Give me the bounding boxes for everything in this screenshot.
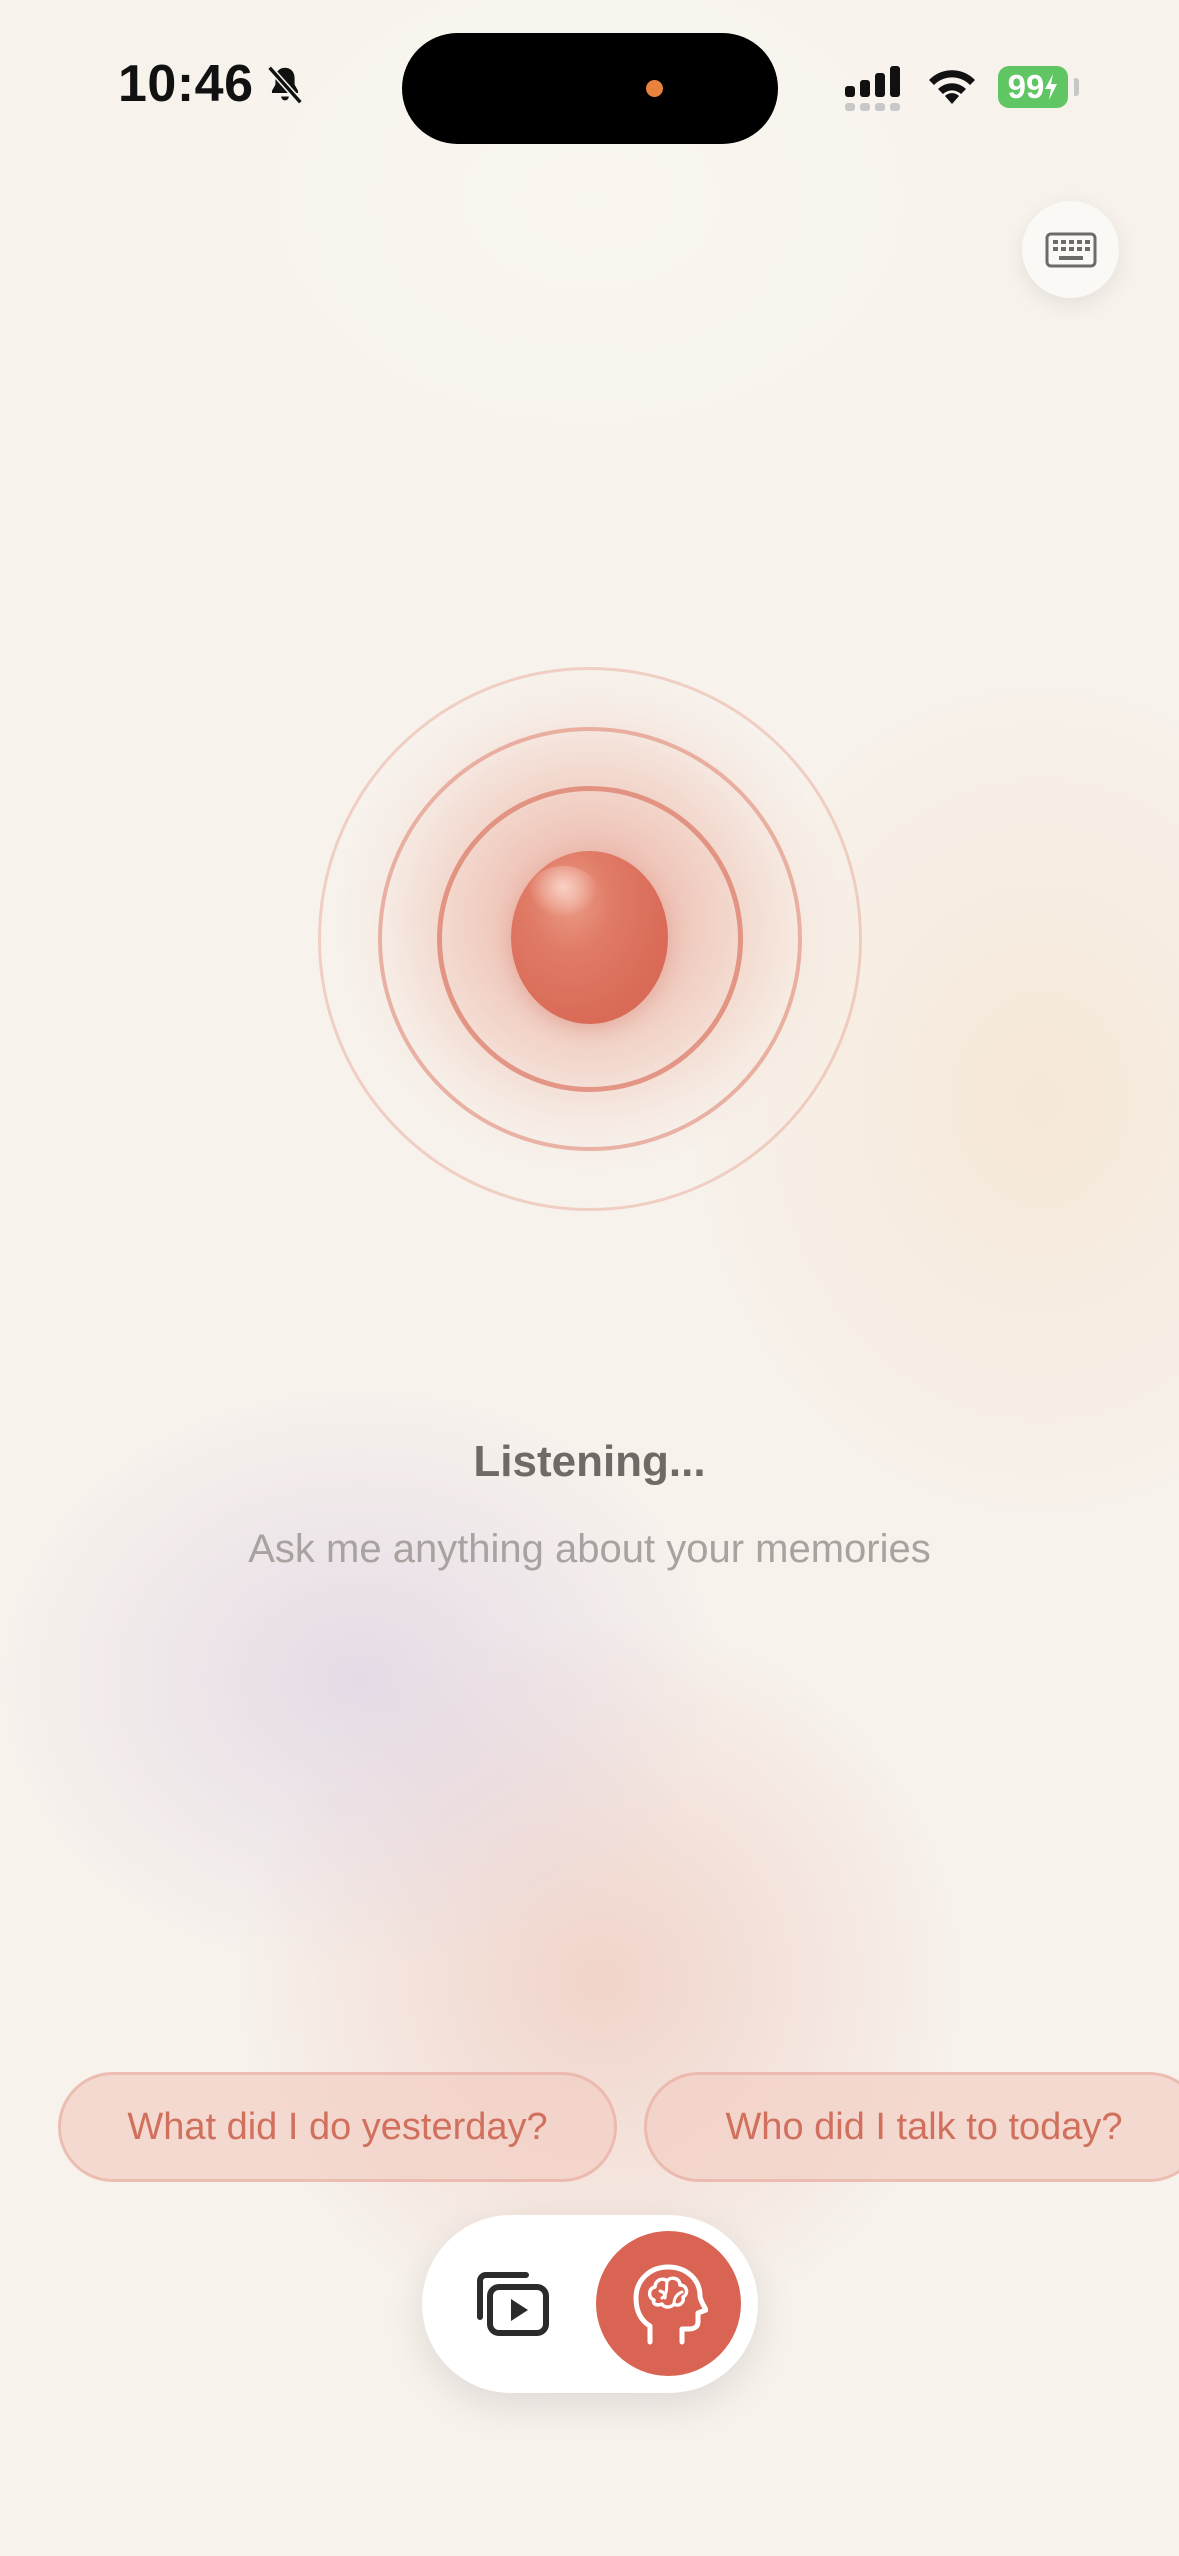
listening-status: Listening... — [473, 1437, 706, 1486]
orb-highlight — [528, 866, 598, 918]
suggestion-chip[interactable]: Who did I talk to today? — [644, 2072, 1179, 2182]
voice-orb[interactable] — [0, 0, 1179, 1300]
media-tab-button[interactable] — [468, 2262, 552, 2346]
suggestion-chip[interactable]: What did I do yesterday? — [58, 2072, 617, 2182]
voice-prompt: Ask me anything about your memories — [248, 1527, 931, 1571]
brain-head-icon — [633, 2264, 708, 2344]
media-gallery-icon — [477, 2272, 549, 2336]
memory-assistant-tab-button[interactable] — [596, 2231, 741, 2376]
